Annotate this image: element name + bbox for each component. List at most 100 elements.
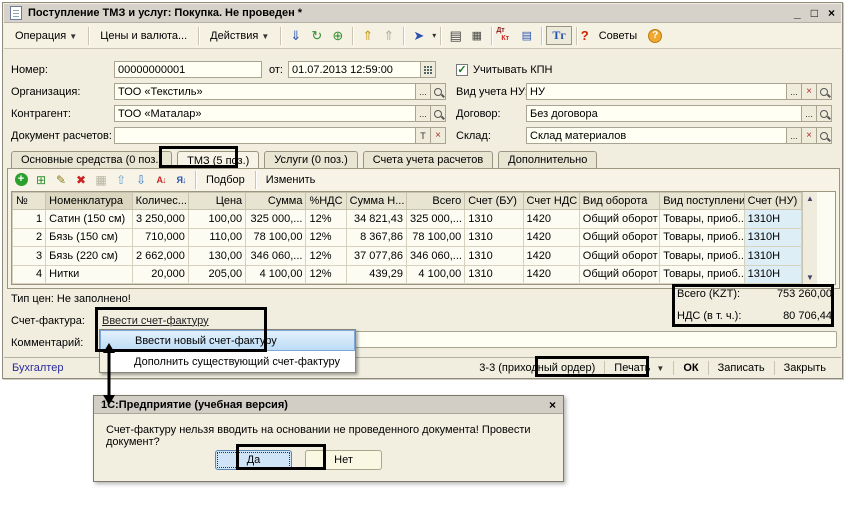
grid-column-header[interactable]: Количес... bbox=[132, 193, 188, 210]
grid-cell[interactable]: Общий оборот bbox=[579, 210, 659, 229]
maximize-icon[interactable]: □ bbox=[811, 6, 818, 20]
tab-item[interactable]: Дополнительно bbox=[498, 151, 597, 169]
ellipsis-button[interactable]: ... bbox=[416, 105, 431, 122]
grid-cell[interactable]: 12% bbox=[306, 247, 346, 266]
calendar-icon[interactable] bbox=[421, 61, 436, 78]
move-down-icon[interactable]: ⇩ bbox=[132, 171, 150, 188]
menu-item[interactable]: Дополнить существующий счет-фактуру bbox=[100, 351, 355, 372]
grid-cell[interactable]: Общий оборот bbox=[579, 228, 659, 247]
magnifier-icon[interactable] bbox=[817, 83, 832, 100]
grid-cell[interactable]: 4 100,00 bbox=[406, 265, 464, 284]
close-icon[interactable]: × bbox=[828, 6, 835, 20]
delete-row-icon[interactable]: ✖ bbox=[72, 171, 90, 188]
magnifier-icon[interactable] bbox=[817, 127, 832, 144]
grid-column-header[interactable]: Сумма bbox=[246, 193, 306, 210]
grid-cell[interactable]: 346 060,... bbox=[246, 247, 306, 266]
grid-column-header[interactable]: Счет (НУ) bbox=[744, 193, 801, 210]
order-button[interactable]: 3-3 (приходный ордер) bbox=[472, 361, 602, 375]
clear-icon[interactable]: × bbox=[802, 83, 817, 100]
close-button[interactable]: Закрыть bbox=[777, 361, 833, 375]
ellipsis-button[interactable]: ... bbox=[802, 105, 817, 122]
table-row[interactable]: 3Бязь (220 см)2 662,000130,00346 060,...… bbox=[13, 247, 802, 266]
help-icon[interactable]: ? bbox=[648, 29, 662, 43]
grid-cell[interactable]: 37 077,86 bbox=[346, 247, 406, 266]
menu-item[interactable]: Ввести новый счет-фактуру bbox=[100, 330, 355, 351]
clear-icon[interactable]: × bbox=[431, 127, 446, 144]
grid-column-header[interactable]: Счет НДС bbox=[523, 193, 579, 210]
add-row-icon[interactable]: + bbox=[12, 171, 30, 188]
create-based-on-icon[interactable]: ➤ bbox=[409, 26, 428, 45]
magnifier-icon[interactable] bbox=[431, 105, 446, 122]
grid-cell[interactable]: 710,000 bbox=[132, 228, 188, 247]
related-documents-icon[interactable]: ▦ bbox=[467, 26, 486, 45]
grid-cell[interactable]: 4 100,00 bbox=[246, 265, 306, 284]
ellipsis-button[interactable]: ... bbox=[787, 127, 802, 144]
grid-cell[interactable]: 1310Н bbox=[744, 247, 801, 266]
grid-column-header[interactable]: Счет (БУ) bbox=[465, 193, 523, 210]
grid-column-header[interactable]: Номенклатура bbox=[46, 193, 132, 210]
table-row[interactable]: 2Бязь (150 см)710,000110,0078 100,0012%8… bbox=[13, 228, 802, 247]
number-field[interactable]: 00000000001 bbox=[114, 61, 262, 78]
grid-cell[interactable]: 12% bbox=[306, 228, 346, 247]
grid-cell[interactable]: Общий оборот bbox=[579, 265, 659, 284]
enter-invoice-link[interactable]: Ввести счет-фактуру bbox=[102, 315, 209, 327]
grid-cell[interactable]: 1310 bbox=[465, 228, 523, 247]
grid-cell[interactable]: 20,000 bbox=[132, 265, 188, 284]
grid-cell[interactable]: 3 250,000 bbox=[132, 210, 188, 229]
sort-ascending-icon[interactable]: А↓ bbox=[152, 171, 170, 188]
grid-cell[interactable]: 12% bbox=[306, 265, 346, 284]
minimize-icon[interactable]: _ bbox=[794, 6, 801, 20]
grid-scrollbar[interactable]: ▲ ▼ bbox=[802, 192, 817, 284]
magnifier-icon[interactable] bbox=[431, 83, 446, 100]
grid-cell[interactable]: 4 bbox=[13, 265, 46, 284]
grid-cell[interactable]: Товары, приоб... bbox=[660, 210, 744, 229]
settlement-doc-field[interactable] bbox=[114, 127, 416, 144]
grid-cell[interactable]: 346 060,... bbox=[406, 247, 464, 266]
contractor-field[interactable]: ТОО «Маталар» bbox=[114, 105, 416, 122]
grid-column-header[interactable]: Вид поступления bbox=[660, 193, 744, 210]
load-document-icon[interactable]: ⇑ bbox=[358, 26, 377, 45]
date-field[interactable]: 01.07.2013 12:59:00 bbox=[288, 61, 421, 78]
refresh-icon[interactable]: ↻ bbox=[307, 26, 326, 45]
kpn-checkbox[interactable]: ✓ bbox=[456, 64, 468, 76]
tips-button[interactable]: Советы bbox=[592, 27, 644, 45]
edit-row-icon[interactable]: ✎ bbox=[52, 171, 70, 188]
grid-column-header[interactable]: %НДС bbox=[306, 193, 346, 210]
grid-cell[interactable]: 34 821,43 bbox=[346, 210, 406, 229]
grid-cell[interactable]: 2 bbox=[13, 228, 46, 247]
grid-column-header[interactable]: Всего bbox=[406, 193, 464, 210]
list-structure-icon[interactable]: ▤ bbox=[446, 26, 465, 45]
grid-column-header[interactable]: № bbox=[13, 193, 46, 210]
grid-cell[interactable]: 100,00 bbox=[188, 210, 245, 229]
grid-cell[interactable]: Нитки bbox=[46, 265, 132, 284]
grid-cell[interactable]: 1310 bbox=[465, 210, 523, 229]
grid-cell[interactable]: Бязь (150 см) bbox=[46, 228, 132, 247]
grid-cell[interactable]: 78 100,00 bbox=[246, 228, 306, 247]
ellipsis-button[interactable]: ... bbox=[416, 83, 431, 100]
no-button[interactable]: Нет bbox=[305, 450, 382, 470]
grid-cell[interactable]: 1420 bbox=[523, 265, 579, 284]
copy-row-icon[interactable]: ⊞ bbox=[32, 171, 50, 188]
grid-cell[interactable]: Общий оборот bbox=[579, 247, 659, 266]
copy-document-icon[interactable]: ⊕ bbox=[328, 26, 347, 45]
warehouse-field[interactable]: Склад материалов bbox=[526, 127, 787, 144]
grid-cell[interactable]: 1310Н bbox=[744, 265, 801, 284]
grid-cell[interactable]: Товары, приоб... bbox=[660, 228, 744, 247]
grid-cell[interactable]: 439,29 bbox=[346, 265, 406, 284]
sort-descending-icon[interactable]: Я↓ bbox=[172, 171, 190, 188]
grid-cell[interactable]: 1 bbox=[13, 210, 46, 229]
clear-icon[interactable]: × bbox=[802, 127, 817, 144]
grid-cell[interactable]: 1310 bbox=[465, 265, 523, 284]
grid-cell[interactable]: Бязь (220 см) bbox=[46, 247, 132, 266]
register-records-icon[interactable]: ▤ bbox=[517, 26, 536, 45]
grid-cell[interactable]: 110,00 bbox=[188, 228, 245, 247]
grid-column-header[interactable]: Сумма Н... bbox=[346, 193, 406, 210]
tab-item[interactable]: Услуги (0 поз.) bbox=[264, 151, 357, 169]
grid-cell[interactable]: 12% bbox=[306, 210, 346, 229]
move-up-icon[interactable]: ⇧ bbox=[112, 171, 130, 188]
grid-cell[interactable]: 325 000,... bbox=[406, 210, 464, 229]
grid-cell[interactable]: 1420 bbox=[523, 228, 579, 247]
actions-menu-button[interactable]: Действия▼ bbox=[203, 27, 276, 45]
text-edit-button[interactable]: T bbox=[416, 127, 431, 144]
grid-cell[interactable]: 205,00 bbox=[188, 265, 245, 284]
